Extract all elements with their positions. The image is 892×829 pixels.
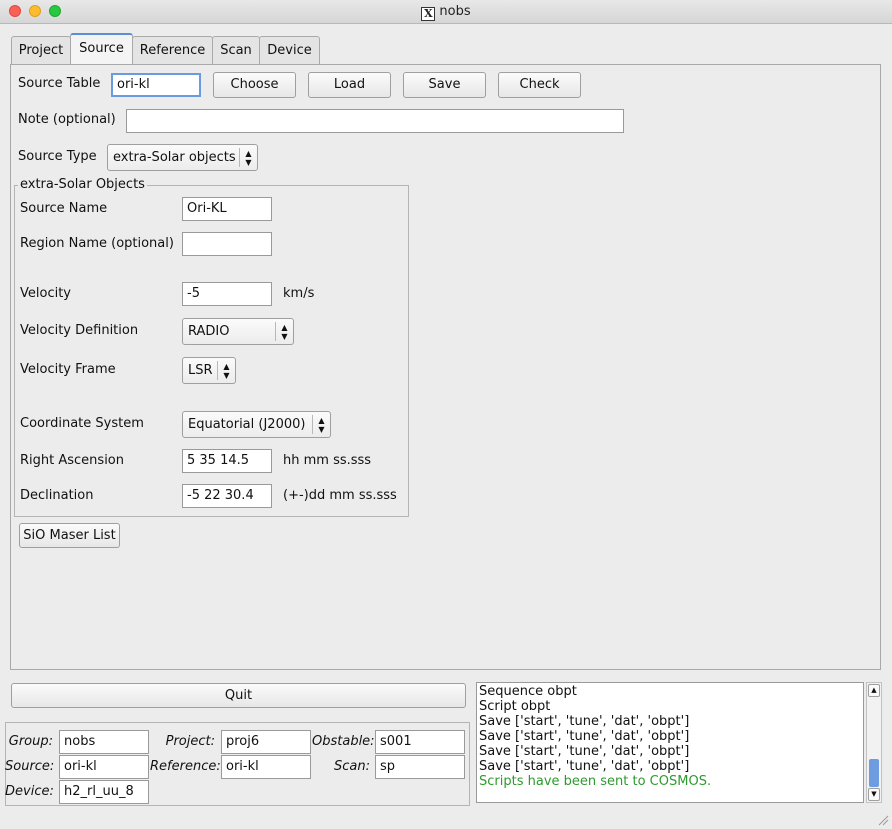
declination-label: Declination: [20, 488, 94, 503]
tab-scan[interactable]: Scan: [212, 36, 260, 64]
choose-button[interactable]: Choose: [213, 72, 296, 98]
velocity-label: Velocity: [20, 286, 71, 301]
source-type-label: Source Type: [18, 149, 97, 164]
device-label: Device:: [5, 784, 54, 799]
log-line: Script obpt: [479, 699, 551, 714]
load-button[interactable]: Load: [308, 72, 391, 98]
declination-input[interactable]: -5 22 30.4: [182, 484, 272, 508]
group-field: nobs: [59, 730, 149, 754]
window-title: nobs: [439, 4, 471, 19]
scan-field: sp: [375, 755, 465, 779]
scroll-up-icon[interactable]: ▲: [868, 684, 880, 697]
coordinate-system-label: Coordinate System: [20, 416, 144, 431]
velocity-frame-value: LSR: [188, 363, 213, 378]
chevron-updown-icon: ▲ ▼: [275, 322, 293, 341]
source-name-input[interactable]: Ori-KL: [182, 197, 272, 221]
obstable-field: s001: [375, 730, 465, 754]
velocity-unit: km/s: [283, 286, 315, 301]
x11-app-icon: X: [421, 7, 436, 21]
note-label: Note (optional): [18, 112, 116, 127]
note-input[interactable]: [126, 109, 624, 133]
check-button[interactable]: Check: [498, 72, 581, 98]
region-name-input[interactable]: [182, 232, 272, 256]
region-name-label: Region Name (optional): [20, 236, 174, 251]
tab-source[interactable]: Source: [70, 33, 133, 65]
resize-grip-icon[interactable]: [877, 814, 889, 826]
log-line-success: Scripts have been sent to COSMOS.: [479, 774, 712, 789]
obstable-label: Obstable:: [312, 734, 375, 749]
log-line: Save ['start', 'tune', 'dat', 'obpt']: [479, 759, 690, 774]
source-table-label: Source Table: [18, 76, 101, 91]
velocity-input[interactable]: -5: [182, 282, 272, 306]
log-line: Sequence obpt: [479, 684, 577, 699]
save-button[interactable]: Save: [403, 72, 486, 98]
log-scrollbar[interactable]: ▲ ▼: [866, 682, 882, 803]
source-type-value: extra-Solar objects: [113, 150, 236, 165]
reference-label: Reference:: [150, 759, 221, 774]
quit-button[interactable]: Quit: [11, 683, 466, 708]
reference-field: ori-kl: [221, 755, 311, 779]
source-type-select[interactable]: extra-Solar objects ▲ ▼: [107, 144, 258, 171]
device-field: h2_rl_uu_8: [59, 780, 149, 804]
source-table-input[interactable]: ori-kl: [111, 73, 201, 97]
tab-reference[interactable]: Reference: [132, 36, 213, 64]
velocity-frame-label: Velocity Frame: [20, 362, 116, 377]
project-label: Project:: [165, 734, 215, 749]
log-line: Save ['start', 'tune', 'dat', 'obpt']: [479, 714, 690, 729]
velocity-definition-value: RADIO: [188, 324, 230, 339]
right-ascension-unit: hh mm ss.sss: [283, 453, 372, 468]
window-title-wrap: Xnobs: [0, 4, 892, 21]
chevron-updown-icon: ▲ ▼: [217, 361, 235, 380]
source-name-label: Source Name: [20, 201, 108, 216]
velocity-definition-select[interactable]: RADIO ▲ ▼: [182, 318, 294, 345]
coordinate-system-value: Equatorial (J2000): [188, 417, 306, 432]
group-label: Group:: [8, 734, 53, 749]
tab-device[interactable]: Device: [259, 36, 320, 64]
log-line: Save ['start', 'tune', 'dat', 'obpt']: [479, 729, 690, 744]
source-label: Source:: [5, 759, 55, 774]
log-line: Save ['start', 'tune', 'dat', 'obpt']: [479, 744, 690, 759]
log-output[interactable]: Sequence obpt Script obpt Save ['start',…: [476, 682, 864, 803]
right-ascension-input[interactable]: 5 35 14.5: [182, 449, 272, 473]
tab-project[interactable]: Project: [11, 36, 71, 64]
scan-label: Scan:: [334, 759, 370, 774]
group-title: extra-Solar Objects: [18, 177, 147, 192]
source-field: ori-kl: [59, 755, 149, 779]
coordinate-system-select[interactable]: Equatorial (J2000) ▲ ▼: [182, 411, 331, 438]
declination-unit: (+-)dd mm ss.sss: [283, 488, 397, 503]
scroll-thumb[interactable]: [869, 759, 879, 787]
velocity-frame-select[interactable]: LSR ▲ ▼: [182, 357, 236, 384]
scroll-down-icon[interactable]: ▼: [868, 788, 880, 801]
chevron-updown-icon: ▲ ▼: [312, 415, 330, 434]
right-ascension-label: Right Ascension: [20, 453, 124, 468]
chevron-updown-icon: ▲ ▼: [239, 148, 257, 167]
project-field: proj6: [221, 730, 311, 754]
velocity-definition-label: Velocity Definition: [20, 323, 139, 338]
sio-maser-list-button[interactable]: SiO Maser List: [19, 523, 120, 548]
